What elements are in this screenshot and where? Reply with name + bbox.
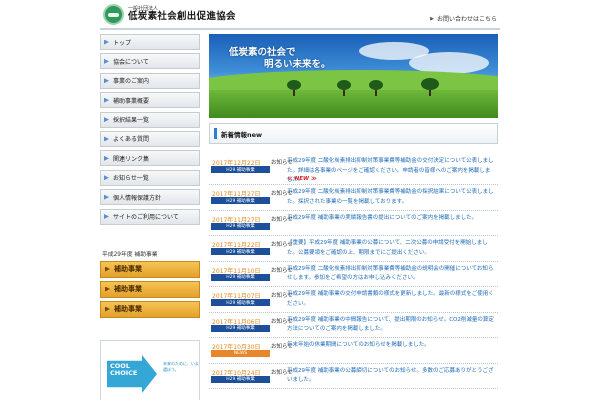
sidebar-item[interactable]: 補助事業概要: [100, 92, 200, 109]
sidebar-item[interactable]: 協会について: [100, 53, 200, 70]
contact-link[interactable]: ▶ お問い合わせはこちら: [430, 14, 497, 24]
news-category-tag: H29 補助事業: [211, 375, 270, 383]
hero-field: [209, 90, 498, 118]
news-link[interactable]: 平成29年度 補助事業の交付申請書類の様式を更新しました。最新の様式をご使用くだ…: [287, 290, 495, 309]
subsidy-button-label: 補助事業: [114, 305, 142, 314]
tree-icon: [421, 78, 439, 96]
sidebar-item[interactable]: よくある質問: [100, 130, 200, 147]
news-category-tag: H29 補助事業: [211, 273, 270, 281]
news-link[interactable]: 平成29年度 補助事業の中間報告について、提出期限のお知らせ。CO2削減量の算定…: [287, 316, 495, 335]
news-list: 2017年12月22日 H29 補助事業 お知らせ 平成29年度 二酸化炭素排出抑制対…: [209, 154, 498, 389]
logo-title: 低炭素社会創出促進協会: [128, 11, 236, 23]
sidebar-item-label: 個人情報保護方針: [113, 194, 162, 202]
news-category-tag: H29 補助事業: [211, 222, 270, 230]
bullet-arrow-icon: [104, 175, 109, 181]
news-section-title: 新着情報new: [221, 130, 263, 139]
sidebar-item[interactable]: 個人情報保護方針: [100, 189, 200, 206]
news-category-tag: NEWS: [211, 350, 270, 357]
sidebar-item[interactable]: お知らせ一覧: [100, 169, 200, 186]
heading-marker-icon: [214, 128, 217, 139]
news-category-tag: H29 補助事業: [211, 299, 270, 306]
bullet-arrow-icon: [105, 266, 110, 272]
hero-banner: 低炭素の社会で 明るい未来を。: [209, 34, 498, 118]
contact-label: お問い合わせはこちら: [436, 16, 497, 23]
news-category-tag: H29 補助事業: [211, 197, 270, 204]
news-link[interactable]: 平成29年度 二酸化炭素排出抑制対策事業費等補助金の説明会の開催についてお知らせ…: [287, 265, 495, 284]
bullet-arrow-icon: [104, 39, 109, 45]
bullet-arrow-icon: [104, 214, 109, 220]
sidebar-section-heading: 平成29年度 補助事業: [102, 251, 158, 258]
bullet-arrow-icon: [104, 78, 109, 84]
bullet-arrow-icon: [105, 306, 110, 312]
new-badge: ≪ NEW ≫: [287, 176, 317, 182]
news-category-tag: H29 補助事業: [211, 324, 270, 332]
banner-caption: 未来のために、いま選ぼう。: [163, 361, 199, 372]
site-logo[interactable]: 一般社団法人 低炭素社会創出促進協会: [103, 4, 236, 25]
bullet-arrow-icon: [104, 117, 109, 123]
subsidy-button[interactable]: 補助事業: [100, 300, 200, 318]
news-item: 2017年11月10日 H29 補助事業 お知らせ 平成29年度 二酸化炭素排出抑制対…: [209, 262, 498, 287]
sidebar-item-label: 補助事業概要: [113, 97, 150, 105]
header-divider: [100, 28, 500, 30]
sidebar: トップ協会について 事業のご案内 補助事業概要 採択結果一覧 よくある質問 関連リンク集お…: [100, 34, 200, 400]
sidebar-item[interactable]: 採択結果一覧: [100, 111, 200, 128]
logo-emblem-icon: [103, 4, 124, 25]
news-category-tag: H29 補助事業: [211, 248, 270, 255]
sidebar-item-label: 事業のご案内: [113, 78, 150, 86]
sidebar-item[interactable]: 関連リンク集: [100, 150, 200, 167]
hero-headline-2: 明るい未来を。: [264, 59, 331, 70]
news-item: 2017年11月07日 H29 補助事業 お知らせ 平成29年度 補助事業の交付申請書…: [209, 287, 498, 313]
sidebar-item-label: 協会について: [113, 58, 149, 66]
bullet-arrow-icon: [104, 136, 109, 142]
bullet-arrow-icon: [104, 97, 109, 103]
news-category-tag: H29 補助事業: [211, 166, 270, 173]
sidebar-item[interactable]: トップ: [100, 34, 200, 50]
tree-icon: [369, 80, 383, 96]
news-link[interactable]: 平成29年度 補助事業の実績報告書の提出についてのご案内を掲載しました。: [287, 214, 495, 224]
sidebar-item-label: サイトのご利用について: [113, 214, 179, 222]
news-link[interactable]: 平成29年度 補助事業の公募締切についてのお知らせ。多数のご応募ありがとうござい…: [287, 367, 495, 386]
bullet-arrow-icon: [104, 58, 109, 64]
news-section-header: 新着情報new: [209, 123, 498, 144]
subsidy-button[interactable]: 補助事業: [100, 260, 200, 278]
sidebar-nav: トップ協会について 事業のご案内 補助事業概要 採択結果一覧 よくある質問 関連リンク集お…: [100, 34, 200, 225]
sidebar-item[interactable]: サイトのご利用について: [100, 208, 200, 225]
news-link[interactable]: 【重要】平成29年度 補助事業の公募について、二次公募の申請受付を開始しました。…: [287, 239, 495, 258]
news-link[interactable]: 平成29年度 二酸化炭素排出抑制対策事業費等補助金の採択結果について公表しました…: [287, 188, 495, 207]
sidebar-gold-buttons: 補助事業 補助事業 補助事業: [100, 260, 200, 318]
bullet-arrow-icon: [105, 286, 110, 292]
tree-icon: [287, 80, 301, 96]
sidebar-item-label: トップ: [113, 39, 132, 47]
banner-line2: CHOICE: [110, 369, 138, 378]
arrow-right-icon: ▶: [430, 15, 434, 22]
bullet-arrow-icon: [104, 194, 109, 200]
site-header: 一般社団法人 低炭素社会創出促進協会 ▶ お問い合わせはこちら: [0, 0, 600, 30]
news-link[interactable]: 平成29年度 二酸化炭素排出抑制対策事業費等補助金の交付決定について公表しました…: [287, 157, 495, 186]
subsidy-button[interactable]: 補助事業: [100, 280, 200, 298]
sidebar-item-label: お知らせ一覧: [113, 175, 149, 183]
news-item: 2017年10月30日 NEWS お知らせ 年末年始の休業期間についてのお知らせを掲載…: [209, 338, 498, 364]
sidebar-item-label: 関連リンク集: [113, 155, 150, 163]
cool-choice-banner[interactable]: COOL CHOICE 未来のために、いま選ぼう。: [100, 340, 200, 400]
news-link[interactable]: 年末年始の休業期間についてのお知らせを掲載しました。: [287, 341, 495, 351]
subsidy-button-label: 補助事業: [114, 265, 142, 274]
bullet-arrow-icon: [104, 155, 109, 161]
news-item: 2017年10月24日 H29 補助事業 お知らせ 平成29年度 補助事業の公募締切に…: [209, 364, 498, 389]
news-item: 2017年12月22日 H29 補助事業 お知らせ 平成29年度 二酸化炭素排出抑制対…: [209, 154, 498, 185]
news-item: 2017年11月27日 H29 補助事業 お知らせ 平成29年度 二酸化炭素排出抑制対…: [209, 185, 498, 211]
news-item: 2017年11月27日 H29 補助事業 お知らせ 平成29年度 補助事業の実績報告書…: [209, 211, 498, 236]
sidebar-item-label: よくある質問: [113, 136, 150, 144]
sidebar-item[interactable]: 事業のご案内: [100, 72, 200, 89]
news-item: 2017年11月06日 H29 補助事業 お知らせ 平成29年度 補助事業の中間報告に…: [209, 313, 498, 338]
sidebar-item-label: 採択結果一覧: [113, 117, 150, 125]
news-item: 2017年11月22日 H29 補助事業 お知らせ 【重要】平成29年度 補助事業の公…: [209, 236, 498, 262]
subsidy-button-label: 補助事業: [114, 285, 142, 294]
tree-icon: [337, 80, 351, 96]
